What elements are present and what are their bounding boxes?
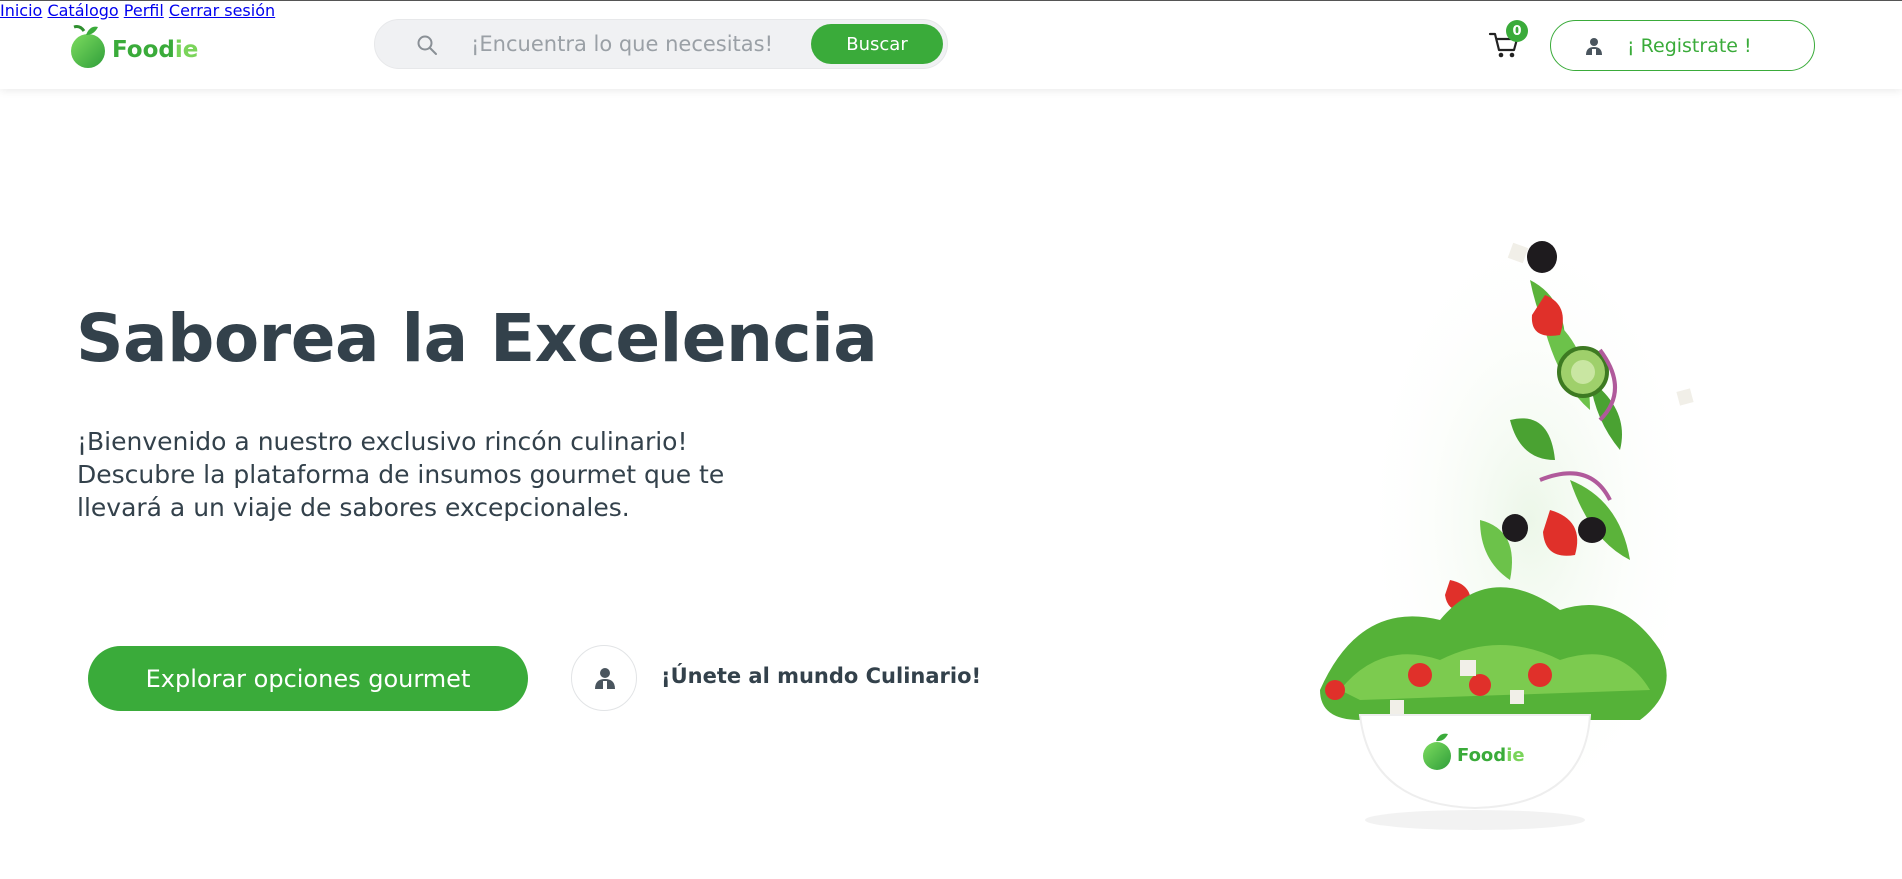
logo-text: Foodie <box>112 37 198 63</box>
join-community-label[interactable]: ¡Únete al mundo Culinario! <box>661 664 981 688</box>
logo[interactable]: Foodie <box>66 23 198 69</box>
hero-description: ¡Bienvenido a nuestro exclusivo rincón c… <box>77 425 797 524</box>
search-input[interactable] <box>471 20 801 68</box>
salad-bowl-illustration: Foodie <box>1320 220 1700 830</box>
user-icon <box>595 668 615 689</box>
logo-text-prefix: Food <box>112 37 175 63</box>
register-label: ¡ Registrate ! <box>1627 35 1752 57</box>
nav-item-catalogo[interactable]: Catálogo <box>47 1 118 20</box>
nav-item-perfil[interactable]: Perfil <box>124 1 164 20</box>
main-nav: Inicio Catálogo Perfil Cerrar sesión <box>0 1 1902 20</box>
nav-item-cerrar-sesion[interactable]: Cerrar sesión <box>169 1 275 20</box>
user-icon <box>1586 38 1602 55</box>
hero-title: Saborea la Excelencia <box>76 300 878 377</box>
join-community-button[interactable] <box>571 645 637 711</box>
bowl-logo-suffix: ie <box>1506 745 1524 766</box>
svg-text:Foodie: Foodie <box>1457 745 1525 766</box>
hero-text-line: llevará a un viaje de sabores excepciona… <box>77 493 630 522</box>
hero-text-line: Descubre la plataforma de insumos gourme… <box>77 460 725 489</box>
nav-item-inicio[interactable]: Inicio <box>0 1 42 20</box>
logo-text-suffix: ie <box>174 37 199 63</box>
cart-count-badge: 0 <box>1506 20 1528 42</box>
search-button[interactable]: Buscar <box>811 24 943 64</box>
top-navbar: Foodie Buscar Inicio Catálogo Perfil Cer… <box>0 0 1902 89</box>
apple-logo-icon <box>71 25 105 68</box>
hero-text-line: ¡Bienvenido a nuestro exclusivo rincón c… <box>77 427 688 456</box>
search-icon[interactable] <box>415 33 439 57</box>
search-bar: Buscar <box>374 19 948 69</box>
register-button[interactable]: ¡ Registrate ! <box>1550 20 1815 71</box>
explore-gourmet-button[interactable]: Explorar opciones gourmet <box>88 646 528 711</box>
bowl-logo-prefix: Food <box>1457 745 1506 766</box>
